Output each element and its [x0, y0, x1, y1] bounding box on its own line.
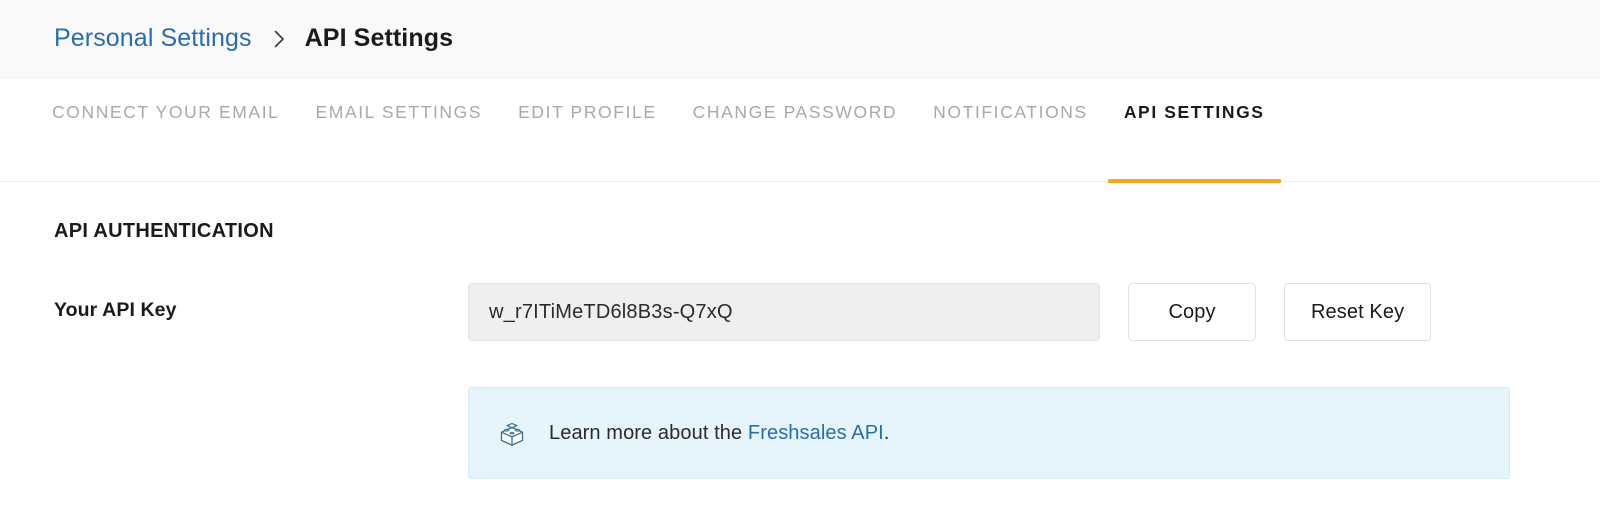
breadcrumb: Personal Settings API Settings	[54, 24, 453, 53]
tab-label: NOTIFICATIONS	[933, 102, 1088, 122]
tab-label: API SETTINGS	[1123, 102, 1265, 122]
breadcrumb-parent-link[interactable]: Personal Settings	[54, 24, 252, 53]
page-header: Personal Settings API Settings	[0, 0, 1600, 78]
section-heading: API AUTHENTICATION	[54, 220, 274, 242]
tab-connect-your-email[interactable]: CONNECT YOUR EMAIL	[34, 78, 298, 182]
banner-text-after: .	[883, 421, 890, 444]
api-key-label: Your API Key	[54, 299, 177, 321]
banner-spacer	[54, 387, 468, 479]
reset-key-button[interactable]: Reset Key	[1284, 283, 1432, 341]
banner-message: Learn more about the Freshsales API.	[549, 422, 889, 445]
package-box-icon	[495, 416, 529, 450]
tab-edit-profile[interactable]: EDIT PROFILE	[500, 78, 675, 182]
info-banner: Learn more about the Freshsales API.	[468, 387, 1510, 479]
tab-notifications[interactable]: NOTIFICATIONS	[915, 78, 1106, 182]
chevron-right-icon	[274, 30, 285, 48]
tab-label: EDIT PROFILE	[518, 102, 657, 122]
api-key-row: Your API Key Copy Reset Key	[54, 283, 1600, 341]
tab-bar: CONNECT YOUR EMAIL EMAIL SETTINGS EDIT P…	[0, 78, 1600, 183]
page-title: API Settings	[304, 24, 454, 52]
api-key-input[interactable]	[468, 283, 1100, 341]
copy-button[interactable]: Copy	[1128, 283, 1256, 341]
api-settings-panel: API AUTHENTICATION Your API Key Copy Res…	[0, 182, 1600, 479]
info-banner-row: Learn more about the Freshsales API.	[54, 387, 1600, 479]
tab-label: CHANGE PASSWORD	[692, 102, 898, 122]
freshsales-api-link[interactable]: Freshsales API	[748, 422, 884, 444]
tab-change-password[interactable]: CHANGE PASSWORD	[675, 78, 916, 182]
tab-email-settings[interactable]: EMAIL SETTINGS	[298, 78, 501, 182]
tab-api-settings[interactable]: API SETTINGS	[1106, 78, 1283, 183]
tab-label: CONNECT YOUR EMAIL	[52, 102, 280, 122]
banner-text-before: Learn more about the	[549, 421, 748, 444]
tab-label: EMAIL SETTINGS	[315, 102, 483, 122]
